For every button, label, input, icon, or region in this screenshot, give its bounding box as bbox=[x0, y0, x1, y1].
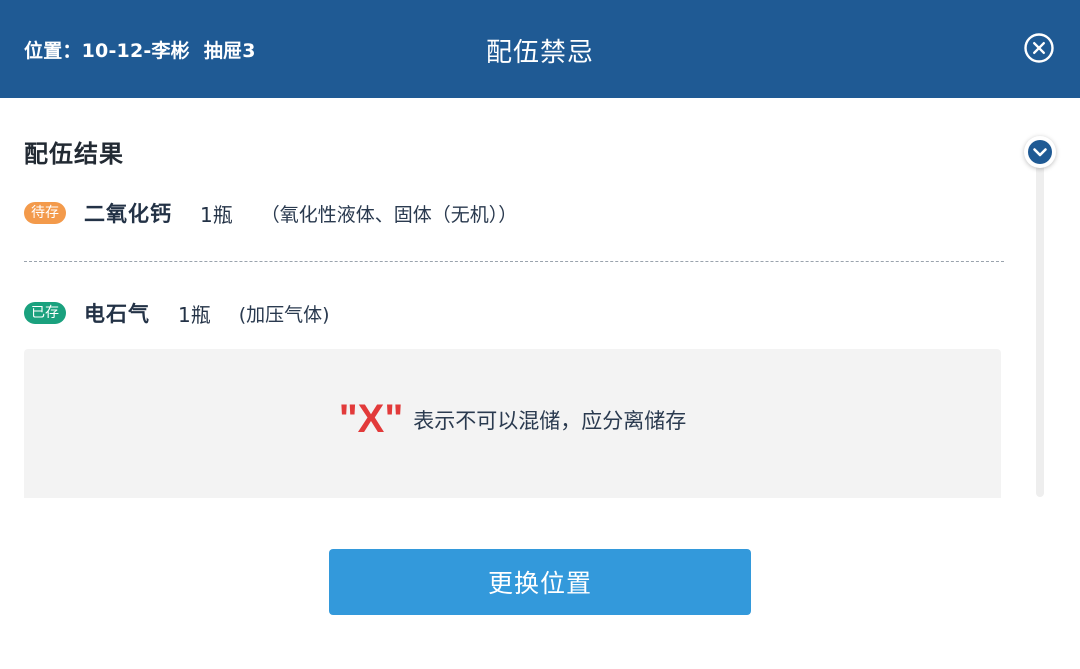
stored-chemical-row: 已存 电石气 1瓶 (加压气体) bbox=[24, 298, 330, 328]
dialog-header: 位置：10-12-李彬 抽屉3 配伍禁忌 bbox=[0, 0, 1080, 98]
scrollbar-track[interactable] bbox=[1036, 152, 1044, 497]
legend-panel: "X" 表示不可以混储，应分离储存 bbox=[24, 349, 1001, 498]
pending-badge: 待存 bbox=[24, 202, 66, 224]
compatibility-dialog: 位置：10-12-李彬 抽屉3 配伍禁忌 配伍结果 待存 二氧化钙 1瓶 （氧化性… bbox=[0, 0, 1080, 669]
pending-chemical-row: 待存 二氧化钙 1瓶 （氧化性液体、固体（无机）） bbox=[24, 198, 517, 228]
stored-quantity: 1瓶 bbox=[178, 302, 211, 327]
change-location-button[interactable]: 更换位置 bbox=[329, 549, 751, 615]
chevron-down-icon bbox=[1028, 140, 1052, 164]
pending-chemical-name: 二氧化钙 bbox=[84, 202, 172, 226]
stored-category: (加压气体) bbox=[238, 303, 330, 326]
close-button[interactable] bbox=[1024, 33, 1054, 63]
dialog-title: 配伍禁忌 bbox=[485, 38, 594, 68]
pending-category: （氧化性液体、固体（无机）） bbox=[260, 203, 518, 226]
result-content: 配伍结果 待存 二氧化钙 1瓶 （氧化性液体、固体（无机）） 已存 电石气 1瓶… bbox=[0, 98, 1080, 498]
stored-badge: 已存 bbox=[24, 302, 66, 324]
incompatible-symbol: "X" bbox=[338, 397, 404, 441]
scroll-down-button[interactable] bbox=[1024, 136, 1056, 168]
stored-chemical-name: 电石气 bbox=[84, 302, 150, 326]
pending-quantity: 1瓶 bbox=[200, 202, 233, 227]
dashed-divider bbox=[24, 261, 1004, 262]
legend-text: 表示不可以混储，应分离储存 bbox=[413, 408, 687, 433]
close-circle-icon bbox=[1024, 33, 1054, 63]
section-title: 配伍结果 bbox=[24, 140, 124, 168]
legend-line: "X" 表示不可以混储，应分离储存 bbox=[24, 397, 1001, 442]
